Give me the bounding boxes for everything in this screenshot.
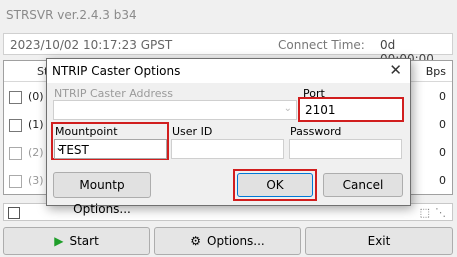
bottom-checkbox[interactable] — [8, 207, 20, 219]
exit-button-label: Exit — [367, 234, 391, 248]
chevron-down-icon: ⌄ — [283, 103, 292, 114]
port-input[interactable]: 2101 — [298, 97, 404, 122]
cancel-button[interactable]: Cancel — [323, 173, 403, 197]
ok-label: OK — [266, 178, 284, 192]
mountp-options-label: Mountp Options... — [73, 178, 131, 216]
cancel-label: Cancel — [342, 178, 384, 192]
stream-bps: 0 — [439, 90, 446, 103]
status-bar: 2023/10/02 10:17:23 GPST Connect Time: 0… — [3, 33, 453, 66]
stream-checkbox[interactable] — [9, 119, 22, 132]
mountpoint-combo[interactable]: TEST ⌄ — [54, 139, 167, 159]
ok-button[interactable]: OK — [237, 173, 313, 197]
userid-label: User ID — [172, 125, 213, 138]
mountp-options-button[interactable]: Mountp Options... — [53, 172, 151, 216]
grid-header-bps: Bps — [425, 65, 446, 78]
resize-grip-icon: ⋱ — [435, 206, 446, 219]
start-button-label: Start — [69, 234, 99, 248]
options-button[interactable]: ⚙ Options... — [154, 227, 301, 255]
options-button-label: Options... — [207, 234, 265, 248]
caster-address-label: NTRIP Caster Address — [54, 87, 174, 100]
password-label: Password — [290, 125, 342, 138]
caster-address-combo[interactable]: ⌄ — [53, 100, 297, 120]
password-input[interactable] — [289, 139, 402, 159]
start-button[interactable]: ▶ Start — [3, 227, 150, 255]
stream-bps: 0 — [439, 174, 446, 187]
close-icon[interactable]: ✕ — [389, 61, 402, 79]
status-time: 2023/10/02 10:17:23 GPST — [10, 38, 173, 52]
mountpoint-label: Mountpoint — [55, 125, 118, 138]
userid-input[interactable] — [171, 139, 284, 159]
dotted-box-icon[interactable]: ⬚ — [420, 206, 430, 219]
stream-checkbox[interactable] — [9, 147, 22, 160]
dialog-titlebar: NTRIP Caster Options ✕ — [47, 59, 410, 83]
gear-icon: ⚙ — [190, 234, 201, 248]
mountpoint-value: TEST — [59, 143, 89, 157]
stream-checkbox[interactable] — [9, 91, 22, 104]
stream-bps: 0 — [439, 146, 446, 159]
connect-time-label: Connect Time: — [278, 38, 365, 52]
exit-button[interactable]: Exit — [305, 227, 453, 255]
main-window-titlebar: STRSVR ver.2.4.3 b34 — [0, 0, 457, 30]
play-icon: ▶ — [54, 234, 64, 248]
ntrip-caster-options-dialog: NTRIP Caster Options ✕ NTRIP Caster Addr… — [46, 58, 411, 216]
port-value: 2101 — [305, 103, 336, 117]
stream-checkbox[interactable] — [9, 175, 22, 188]
main-window-title: STRSVR ver.2.4.3 b34 — [6, 8, 137, 22]
stream-bps: 0 — [439, 118, 446, 131]
dialog-title: NTRIP Caster Options — [52, 64, 181, 78]
